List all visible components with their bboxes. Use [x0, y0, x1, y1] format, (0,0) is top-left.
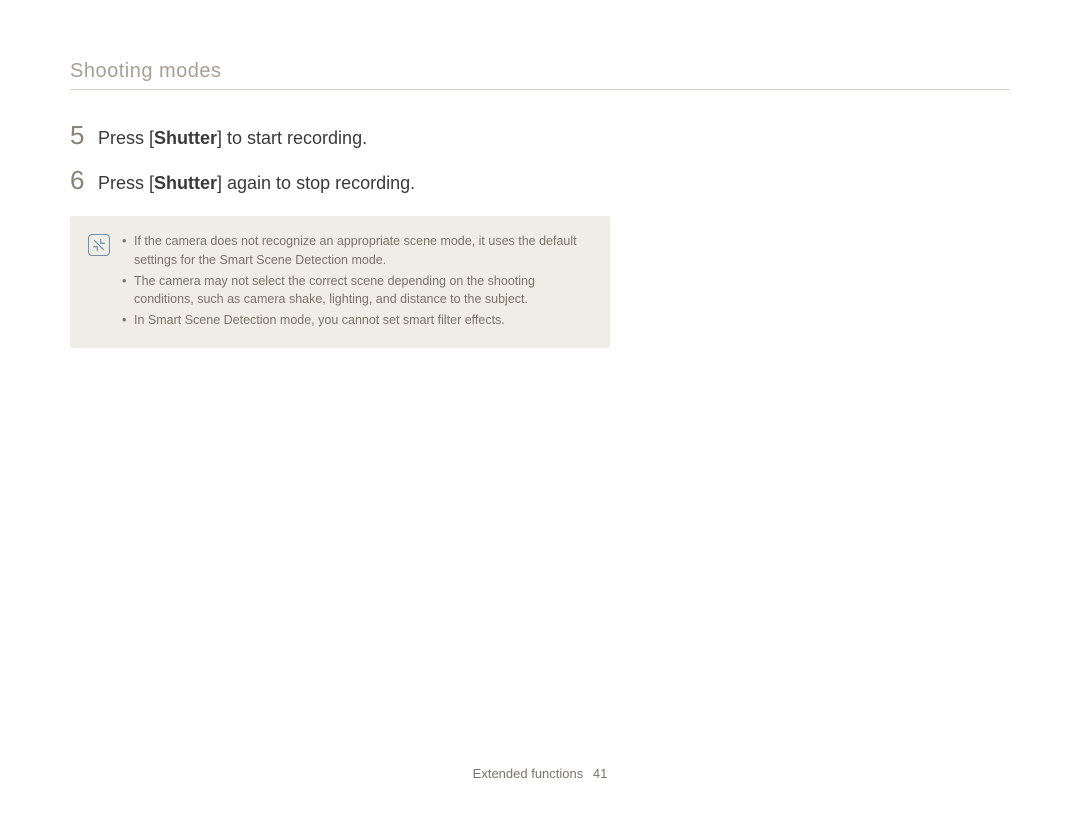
note-item: In Smart Scene Detection mode, you canno… — [122, 311, 592, 329]
step-text-prefix: Press [ — [98, 128, 154, 148]
step-text-suffix: ] again to stop recording. — [217, 173, 415, 193]
step-6: 6 Press [Shutter] again to stop recordin… — [70, 165, 1010, 196]
step-number: 5 — [70, 120, 98, 151]
note-item: The camera may not select the correct sc… — [122, 272, 592, 308]
footer-page-number: 41 — [593, 766, 607, 781]
page-footer: Extended functions 41 — [0, 766, 1080, 781]
manual-page: Shooting modes 5 Press [Shutter] to star… — [0, 0, 1080, 815]
note-list: If the camera does not recognize an appr… — [122, 232, 592, 332]
note-icon — [88, 234, 110, 256]
step-text-prefix: Press [ — [98, 173, 154, 193]
step-text: Press [Shutter] to start recording. — [98, 126, 367, 151]
step-text: Press [Shutter] again to stop recording. — [98, 171, 415, 196]
note-item: If the camera does not recognize an appr… — [122, 232, 592, 268]
step-text-suffix: ] to start recording. — [217, 128, 367, 148]
step-text-bold: Shutter — [154, 128, 217, 148]
step-5: 5 Press [Shutter] to start recording. — [70, 120, 1010, 151]
step-text-bold: Shutter — [154, 173, 217, 193]
section-header: Shooting modes — [70, 60, 1010, 90]
note-box: If the camera does not recognize an appr… — [70, 216, 610, 348]
step-number: 6 — [70, 165, 98, 196]
footer-label: Extended functions — [473, 766, 584, 781]
